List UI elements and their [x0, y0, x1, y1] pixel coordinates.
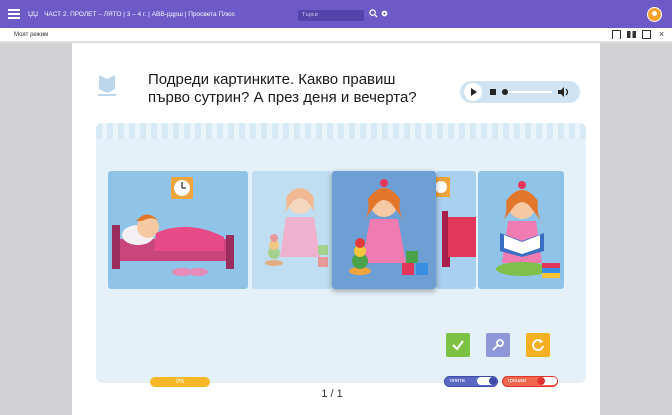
page-counter: 1 / 1 [321, 388, 343, 400]
score-badge: 0% [150, 377, 210, 387]
pages-grid-icon[interactable] [627, 31, 636, 38]
audio-progress-track[interactable] [504, 91, 552, 93]
reset-button[interactable] [526, 333, 550, 357]
exercise-question: Подреди картинките. Какво правиш първо с… [148, 71, 417, 106]
errors-toggle[interactable]: грешки [502, 376, 558, 387]
play-button[interactable] [464, 83, 482, 101]
left-margin [0, 43, 72, 415]
show-answer-button[interactable] [486, 333, 510, 357]
publisher-logo [98, 75, 116, 96]
errors-label: грешки [508, 378, 527, 384]
picture-card-bed-clock[interactable] [436, 171, 476, 289]
search-input[interactable]: Търси [298, 10, 364, 21]
stop-button[interactable] [490, 89, 496, 95]
picture-card-reading[interactable] [478, 171, 564, 289]
window-icon[interactable] [642, 30, 651, 39]
gear-icon[interactable] [380, 9, 389, 18]
reset-icon [532, 339, 544, 351]
search-icon[interactable] [369, 9, 378, 18]
tries-label: опити [450, 378, 465, 384]
app-logo[interactable]: ЏЏ [28, 11, 38, 18]
tries-toggle[interactable]: опити [444, 376, 498, 387]
key-icon [492, 339, 504, 351]
panel-snow-border [96, 123, 586, 139]
menu-icon[interactable] [8, 9, 22, 19]
picture-card-sleeping[interactable] [108, 171, 248, 289]
close-icon[interactable]: × [657, 30, 666, 39]
audio-player [460, 81, 580, 103]
sub-toolbar: Моят режим × [0, 28, 672, 42]
viewer-tools: × [612, 30, 666, 39]
volume-icon[interactable] [558, 87, 570, 97]
picture-card-toys-faded[interactable] [252, 171, 332, 289]
right-margin [600, 43, 672, 415]
picture-card-toys[interactable] [332, 171, 436, 289]
check-icon [452, 340, 464, 351]
bookmark-icon[interactable] [612, 30, 621, 39]
exercise-page: Подреди картинките. Какво правиш първо с… [72, 43, 600, 415]
book-title: ЧАСТ 2. ПРОЛЕТ – ЛЯТО | 3 – 4 г. | АВВ-р… [44, 10, 236, 18]
user-avatar[interactable] [647, 7, 662, 22]
check-answer-button[interactable] [446, 333, 470, 357]
top-bar: ЏЏ ЧАСТ 2. ПРОЛЕТ – ЛЯТО | 3 – 4 г. | АВ… [0, 0, 672, 28]
errors-toggle-knob [537, 377, 545, 385]
tries-toggle-knob [489, 377, 497, 385]
mode-label[interactable]: Моят режим [14, 32, 48, 38]
audio-progress-knob[interactable] [502, 89, 508, 95]
